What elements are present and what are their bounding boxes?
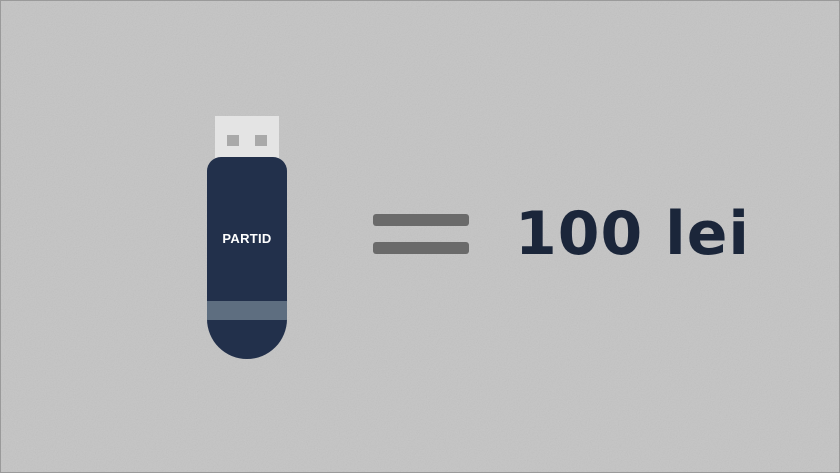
usb-drive-icon: PARTID [207, 116, 287, 359]
price-text: 100 lei [515, 199, 750, 269]
equals-bar-top [373, 214, 469, 226]
illustration-canvas: PARTID 100 lei [0, 0, 840, 473]
usb-connector-slot [227, 135, 239, 146]
usb-label: PARTID [222, 231, 272, 246]
usb-connector-slot [255, 135, 267, 146]
equals-bar-bottom [373, 242, 469, 254]
usb-band [207, 301, 287, 320]
usb-connector [215, 116, 279, 158]
equals-icon [373, 214, 469, 256]
usb-body: PARTID [207, 157, 287, 359]
